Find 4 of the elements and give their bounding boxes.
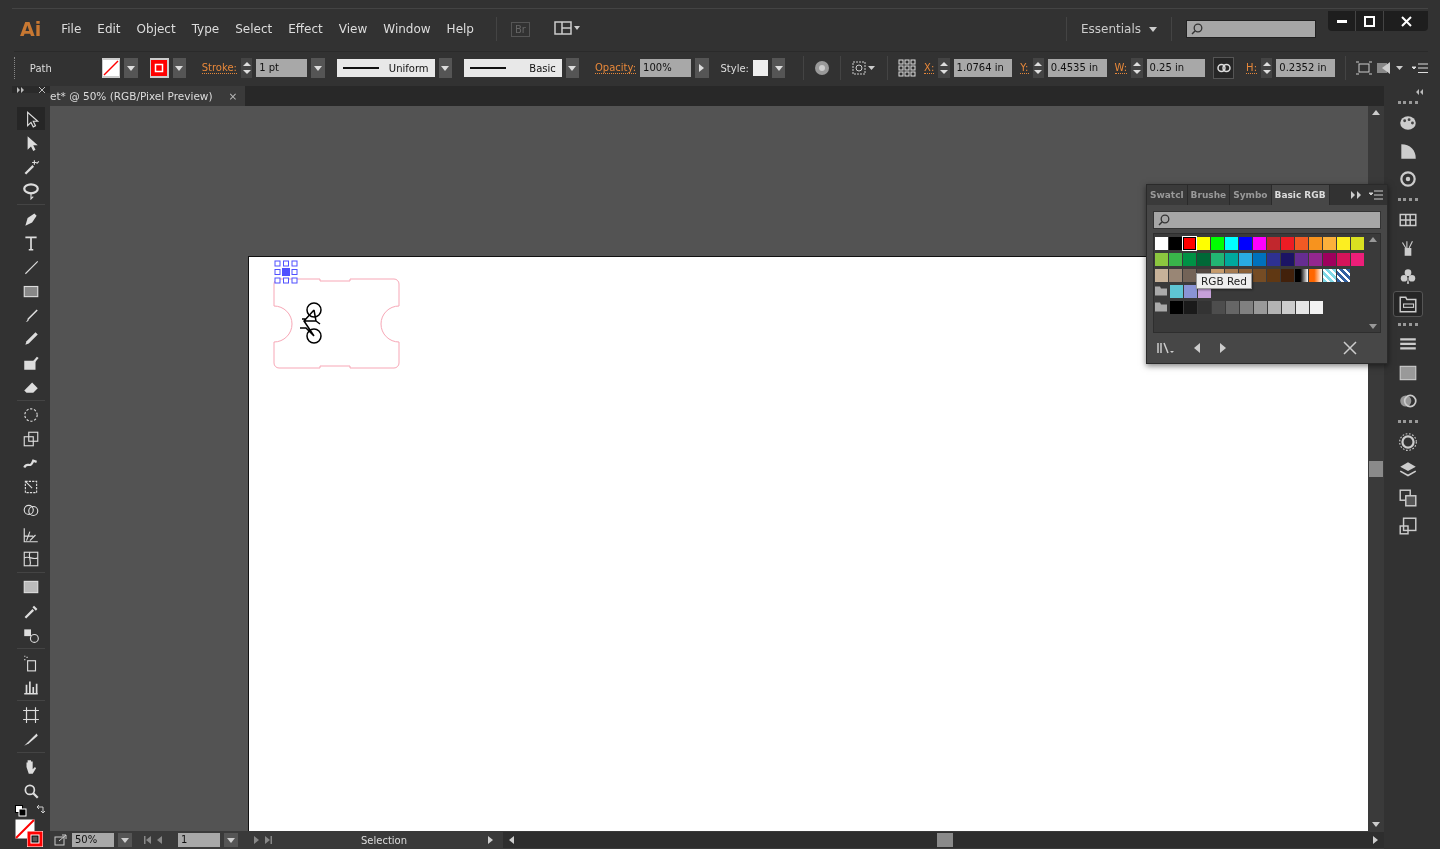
selection-type-label: Path [29,62,53,74]
app-logo: Ai [19,18,43,40]
style-label: Style: [720,62,749,74]
tooltip: RGB Red [1196,273,1252,289]
